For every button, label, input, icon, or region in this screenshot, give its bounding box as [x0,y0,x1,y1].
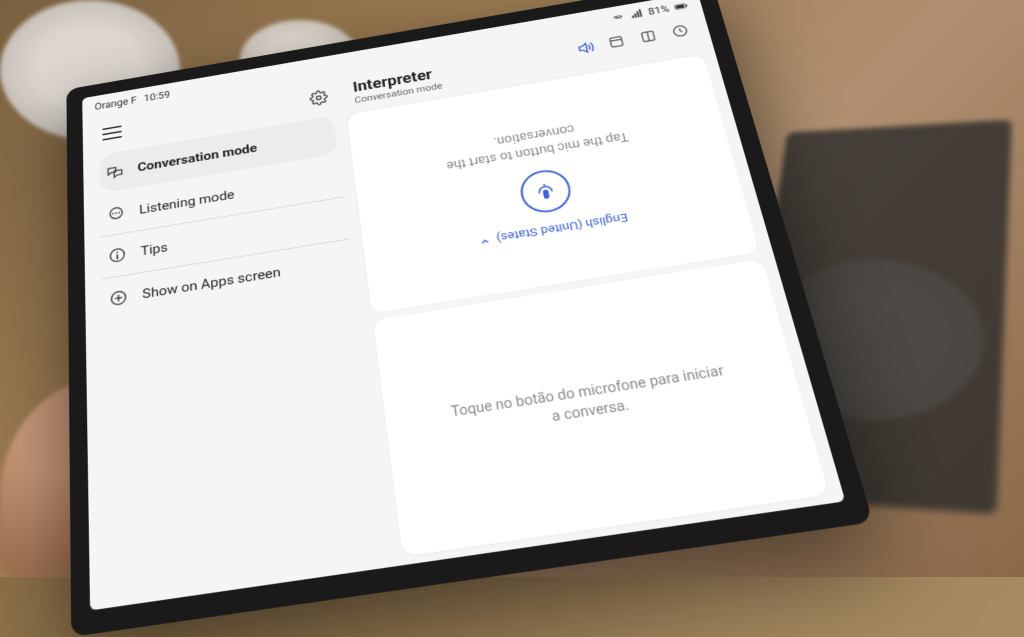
menu-item-label: Listening mode [139,187,235,217]
speaker-icon[interactable] [575,39,597,57]
comment-icon [106,203,127,224]
history-icon[interactable] [670,23,693,41]
battery-label: 81% [647,3,670,17]
menu-item-label: Show on Apps screen [142,264,281,302]
time-label: 10:59 [144,89,171,104]
info-icon [107,244,128,266]
signal-icon [628,8,644,20]
plus-circle-icon [108,287,129,309]
language-selector[interactable]: English (United States) [478,210,630,248]
hint-text: Tap the mic button to start the conversa… [409,106,665,178]
split-icon[interactable] [638,28,661,46]
hint-text: Toque no botão do microfone para iniciar… [448,362,733,442]
menu-item-label: Tips [140,240,168,259]
battery-icon [673,0,689,12]
language-label: English (United States) [496,210,630,244]
window-icon[interactable] [606,33,628,51]
menu-icon[interactable] [102,125,122,140]
menu-item-label: Conversation mode [137,141,257,175]
screen: Orange F 10:59 81% [82,0,845,611]
chevron-down-icon [478,232,492,248]
wifi-icon [610,11,626,23]
settings-icon[interactable] [309,89,329,107]
mic-button[interactable] [517,166,574,215]
carrier-label: Orange F [95,95,137,112]
conversation-pane-bottom: Toque no botão do microfone para iniciar… [373,259,829,557]
chat-translate-icon [105,161,125,181]
